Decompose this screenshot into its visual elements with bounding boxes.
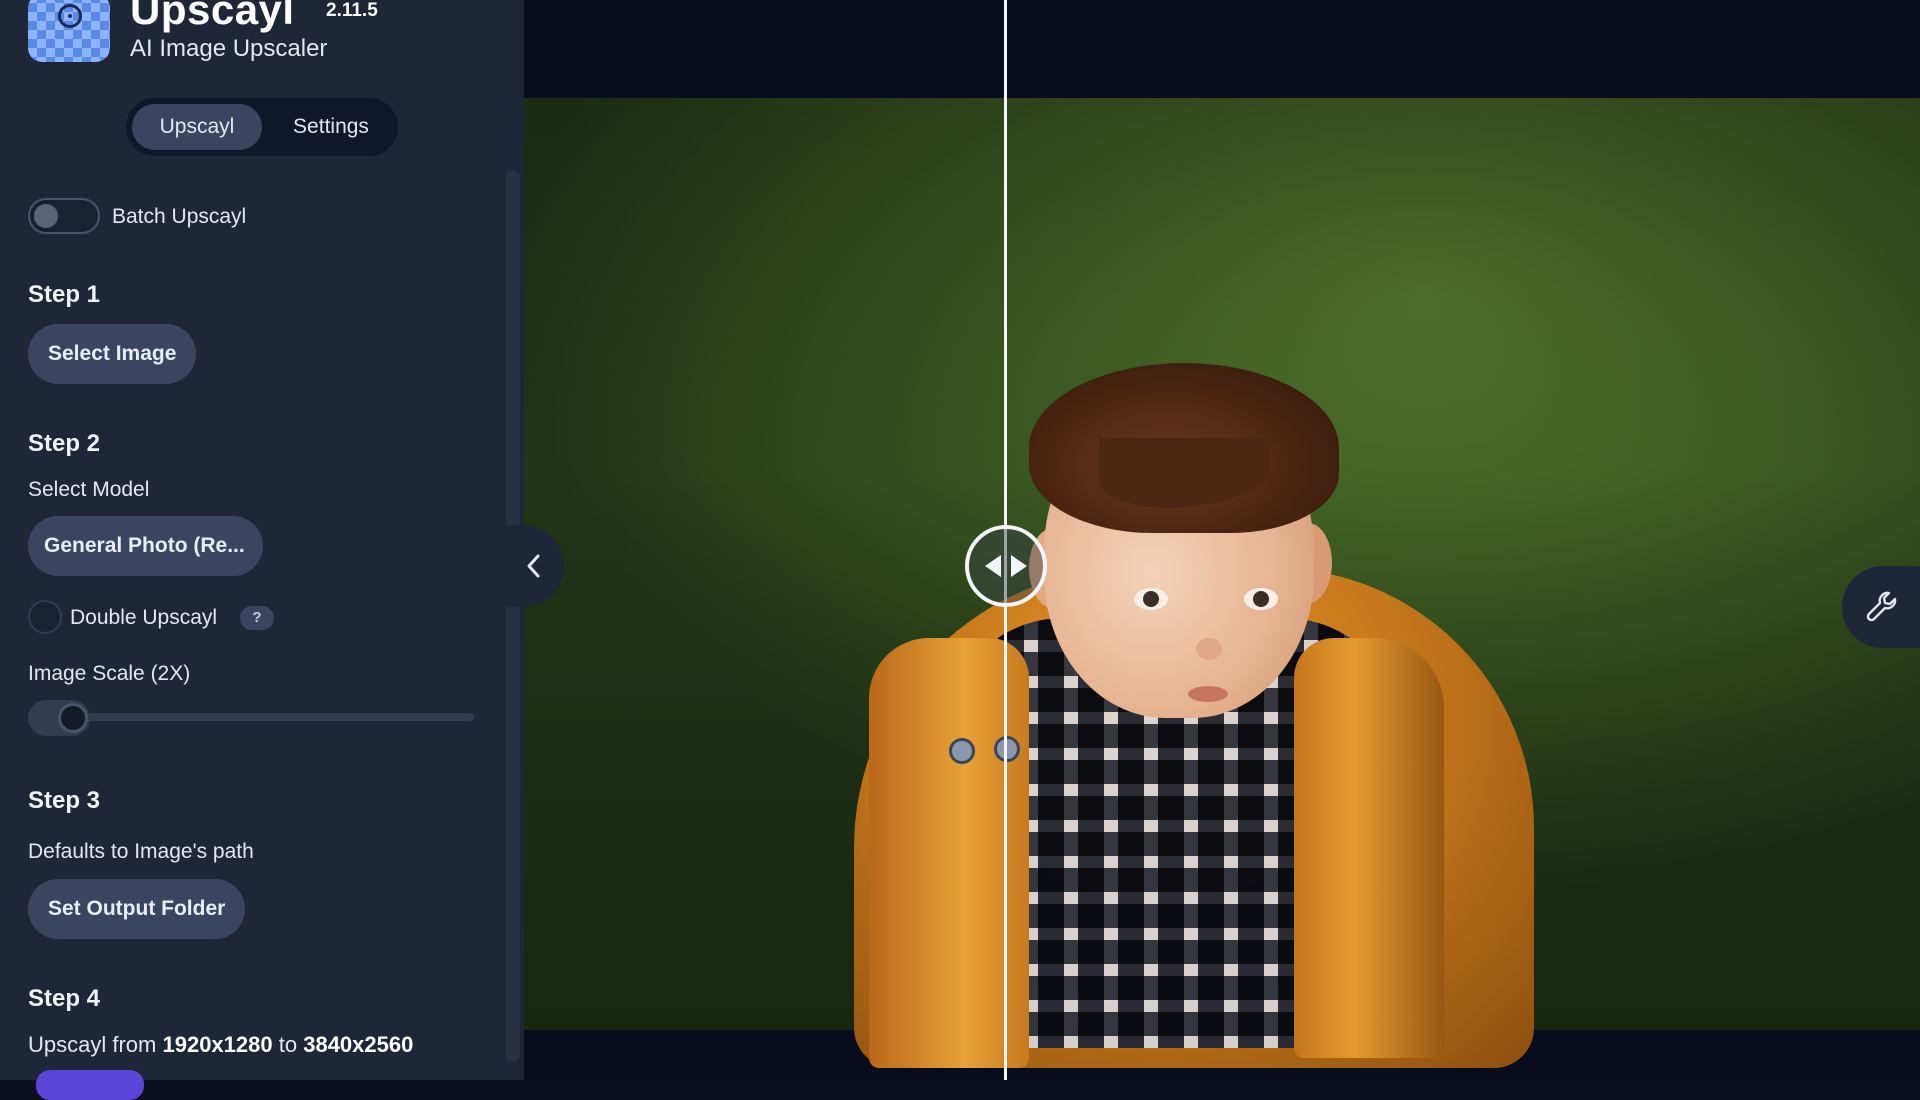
image-scale-slider[interactable] <box>28 713 474 721</box>
step-2-title: Step 2 <box>28 430 101 457</box>
logo-mark <box>58 4 82 28</box>
model-select[interactable]: General Photo (Re... <box>28 516 263 576</box>
photo-vest-button <box>994 736 1020 762</box>
photo-nose <box>1196 638 1222 660</box>
tab-bar: Upscayl Settings <box>126 98 398 156</box>
sidebar: Upscayl 2.11.5 AI Image Upscaler Upscayl… <box>0 0 524 1100</box>
help-badge[interactable]: ? <box>240 606 274 630</box>
step-4-title: Step 4 <box>28 985 101 1012</box>
photo-vest-button <box>949 738 975 764</box>
tab-upscayl[interactable]: Upscayl <box>132 104 262 150</box>
double-upscayl-label: Double Upscayl <box>70 606 218 629</box>
image-scale-label: Image Scale (2X) <box>28 662 191 685</box>
set-output-folder-button[interactable]: Set Output Folder <box>28 879 246 939</box>
select-model-label: Select Model <box>28 478 150 501</box>
tools-button[interactable] <box>1842 566 1920 648</box>
preview-photo <box>524 98 1920 1068</box>
upscale-summary-prefix: Upscayl from <box>28 1032 157 1057</box>
output-path-hint: Defaults to Image's path <box>28 840 254 863</box>
upscayl-logo <box>28 0 110 62</box>
sidebar-scrollbar[interactable] <box>506 170 520 1062</box>
chevron-left-icon <box>527 554 540 578</box>
upscale-summary-to: to <box>278 1032 298 1057</box>
photo-vest-right <box>1294 638 1444 1058</box>
app-name: Upscayl <box>130 0 295 33</box>
photo-mouth <box>1188 686 1228 702</box>
toggle-knob <box>34 204 58 228</box>
tab-settings[interactable]: Settings <box>272 104 390 150</box>
upscale-summary: Upscayl from 1920x1280 to 3840x2560 <box>28 1032 413 1058</box>
batch-upscayl-toggle[interactable] <box>28 198 100 234</box>
step-1-title: Step 1 <box>28 281 101 308</box>
photo-eye-right <box>1244 588 1278 610</box>
double-upscayl-checkbox[interactable] <box>28 600 62 634</box>
upscayl-button[interactable] <box>36 1070 144 1100</box>
step-3-title: Step 3 <box>28 787 101 814</box>
target-resolution: 3840x2560 <box>303 1032 414 1057</box>
compare-arrows-icon <box>985 555 1027 577</box>
batch-upscayl-label: Batch Upscayl <box>112 205 247 228</box>
compare-slider-handle[interactable] <box>965 525 1047 607</box>
select-image-button[interactable]: Select Image <box>28 324 197 384</box>
app-version: 2.11.5 <box>326 0 378 21</box>
app-subtitle: AI Image Upscaler <box>130 35 328 62</box>
source-resolution: 1920x1280 <box>162 1032 273 1057</box>
wrench-icon <box>1866 591 1897 622</box>
photo-eye-left <box>1134 588 1168 610</box>
image-viewer <box>524 0 1920 1080</box>
image-scale-thumb[interactable] <box>58 703 88 733</box>
